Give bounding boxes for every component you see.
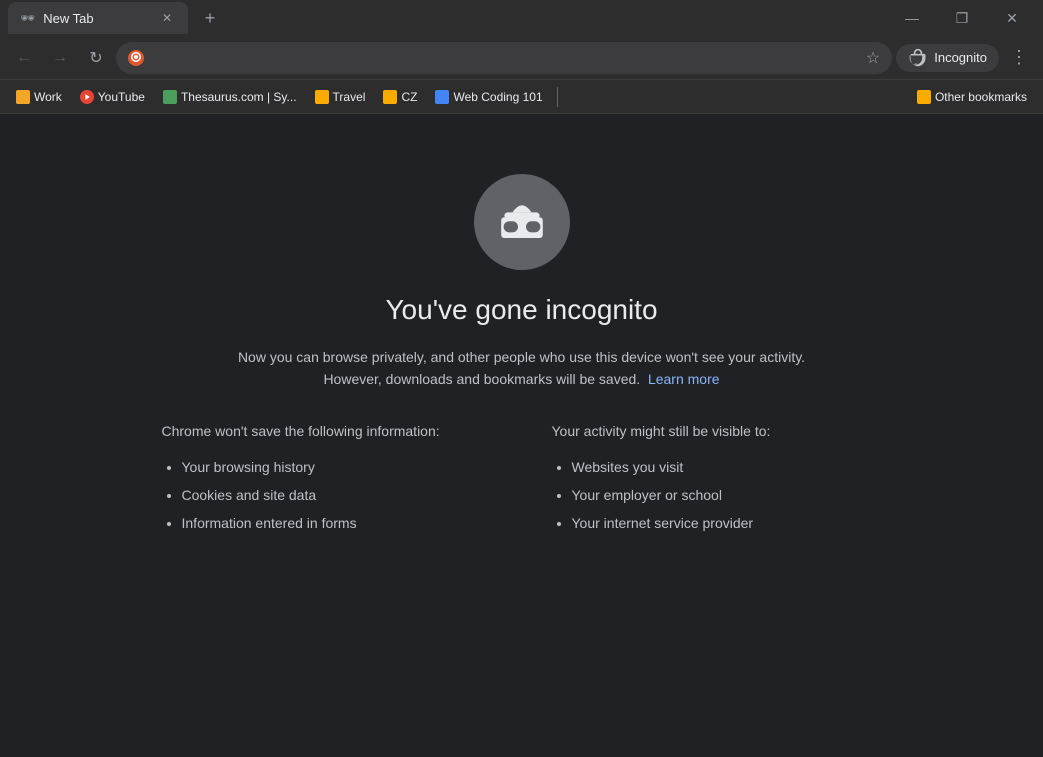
close-button[interactable]: ✕ [989, 0, 1035, 36]
bookmark-work-label: Work [34, 90, 62, 104]
info-col-wont-save: Chrome won't save the following informat… [162, 423, 492, 537]
col2-title: Your activity might still be visible to: [552, 423, 882, 439]
incognito-avatar-icon [908, 48, 928, 68]
bookmark-webcoding-favicon [435, 90, 449, 104]
back-button[interactable]: ← [8, 42, 40, 74]
col1-list: Your browsing history Cookies and site d… [162, 453, 492, 537]
bookmark-youtube-label: YouTube [98, 90, 145, 104]
bookmark-webcoding-label: Web Coding 101 [453, 90, 542, 104]
bookmarks-separator [557, 87, 558, 107]
bookmark-travel-label: Travel [333, 90, 366, 104]
learn-more-link[interactable]: Learn more [648, 371, 720, 387]
nav-bar: ← → ↻ ☆ Incognito ⋮ [0, 36, 1043, 80]
incognito-title: You've gone incognito [385, 294, 657, 326]
bookmark-cz[interactable]: CZ [375, 86, 425, 108]
list-item: Websites you visit [572, 453, 882, 481]
incognito-label: Incognito [934, 50, 987, 65]
incognito-main-icon [490, 190, 554, 254]
address-bar[interactable]: ☆ [116, 42, 892, 74]
list-item: Your browsing history [182, 453, 492, 481]
bookmark-youtube[interactable]: YouTube [72, 86, 153, 108]
bookmarks-bar: Work YouTube Thesaurus.com | Sy... Trave… [0, 80, 1043, 114]
list-item: Your employer or school [572, 481, 882, 509]
forward-button[interactable]: → [44, 42, 76, 74]
bookmark-work[interactable]: Work [8, 86, 70, 108]
incognito-icon-wrapper [474, 174, 570, 270]
bookmark-other-label: Other bookmarks [935, 90, 1027, 104]
bookmark-thesaurus-favicon [163, 90, 177, 104]
incognito-desc-line2: However, downloads and bookmarks will be… [323, 371, 640, 387]
bookmark-other[interactable]: Other bookmarks [909, 86, 1035, 108]
url-input[interactable] [152, 50, 858, 66]
info-columns: Chrome won't save the following informat… [162, 423, 882, 537]
refresh-button[interactable]: ↻ [80, 42, 112, 74]
col1-title: Chrome won't save the following informat… [162, 423, 492, 439]
maximize-button[interactable]: ❐ [939, 0, 985, 36]
bookmark-thesaurus[interactable]: Thesaurus.com | Sy... [155, 86, 305, 108]
bookmark-travel-favicon [315, 90, 329, 104]
incognito-profile-button[interactable]: Incognito [896, 44, 999, 72]
window-controls: — ❐ ✕ [889, 0, 1035, 36]
new-tab-button[interactable]: + [196, 4, 224, 32]
tab-title: New Tab [43, 11, 150, 26]
bookmark-cz-label: CZ [401, 90, 417, 104]
bookmark-thesaurus-label: Thesaurus.com | Sy... [181, 90, 297, 104]
incognito-desc-line1: Now you can browse privately, and other … [238, 349, 805, 365]
bookmark-travel[interactable]: Travel [307, 86, 374, 108]
duckduckgo-icon [128, 50, 144, 66]
main-content: You've gone incognito Now you can browse… [0, 114, 1043, 757]
bookmark-cz-favicon [383, 90, 397, 104]
more-options-button[interactable]: ⋮ [1003, 42, 1035, 74]
star-icon[interactable]: ☆ [866, 48, 880, 68]
bookmark-work-favicon [16, 90, 30, 104]
col2-list: Websites you visit Your employer or scho… [552, 453, 882, 537]
list-item: Cookies and site data [182, 481, 492, 509]
list-item: Information entered in forms [182, 509, 492, 537]
bookmark-youtube-favicon [80, 90, 94, 104]
browser-tab[interactable]: 🕶 New Tab ✕ [8, 2, 188, 34]
bookmark-webcoding[interactable]: Web Coding 101 [427, 86, 550, 108]
title-bar: 🕶 New Tab ✕ + — ❐ ✕ [0, 0, 1043, 36]
list-item: Your internet service provider [572, 509, 882, 537]
info-col-still-visible: Your activity might still be visible to:… [552, 423, 882, 537]
minimize-button[interactable]: — [889, 0, 935, 36]
bookmark-other-favicon [917, 90, 931, 104]
incognito-description: Now you can browse privately, and other … [238, 346, 805, 391]
tab-close-button[interactable]: ✕ [158, 9, 176, 27]
